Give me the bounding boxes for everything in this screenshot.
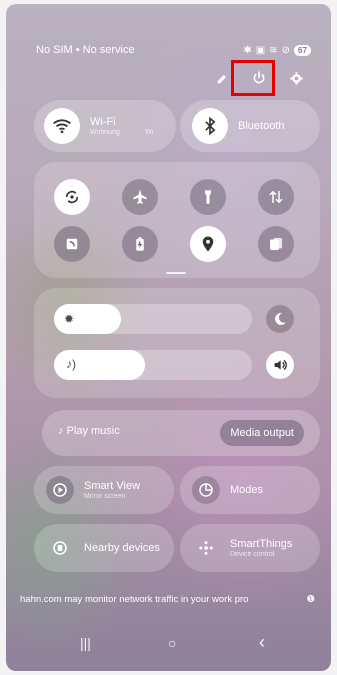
- smartthings-icon: [192, 534, 220, 562]
- modes-label: Modes: [230, 484, 264, 496]
- recent-apps-button[interactable]: |||: [80, 635, 91, 651]
- smart-view-tile[interactable]: Smart View Mirror screen: [34, 466, 174, 514]
- location-icon[interactable]: [190, 226, 226, 262]
- info-icon[interactable]: ❶: [306, 594, 315, 605]
- bluetooth-icon: [192, 108, 228, 144]
- smartthings-sub: Device control: [230, 551, 275, 558]
- quick-settings-grid: [34, 162, 320, 278]
- battery-saver-icon[interactable]: [122, 226, 158, 262]
- nfc-icon[interactable]: [54, 226, 90, 262]
- smart-view-label: Smart View: [84, 480, 141, 492]
- dnd-status-icon: ⊘: [281, 44, 290, 56]
- modes-icon: [192, 476, 220, 504]
- secure-folder-icon[interactable]: [258, 226, 294, 262]
- smartthings-tile[interactable]: SmartThings Device control: [180, 524, 320, 572]
- wifi-network: Wohnung Wi: [90, 129, 154, 136]
- speaker-icon[interactable]: [266, 351, 294, 379]
- music-note-icon: ♪): [66, 357, 76, 371]
- flashlight-icon[interactable]: [190, 179, 226, 215]
- music-icon: ♪: [58, 425, 64, 437]
- bluetooth-status-icon: ✱: [243, 44, 252, 56]
- smartthings-label: SmartThings: [230, 538, 293, 550]
- play-music-button[interactable]: ♪ Play music: [58, 425, 120, 437]
- airplane-icon[interactable]: [122, 179, 158, 215]
- brightness-slider[interactable]: ✹: [54, 304, 252, 334]
- media-output-button[interactable]: Media output: [220, 420, 304, 446]
- nearby-devices-label: Nearby devices: [84, 542, 160, 554]
- navigation-bar: ||| ○ ‹: [6, 632, 331, 658]
- auto-rotate-icon[interactable]: [54, 179, 90, 215]
- bluetooth-toggle[interactable]: Bluetooth: [180, 100, 320, 152]
- carrier-status: No SIM • No service: [36, 44, 135, 56]
- gear-icon[interactable]: [284, 70, 308, 94]
- back-button[interactable]: ‹: [259, 632, 265, 653]
- play-music-label: Play music: [66, 425, 120, 437]
- work-profile-notice[interactable]: hahn.com may monitor network traffic in …: [20, 594, 319, 610]
- notice-text: hahn.com may monitor network traffic in …: [20, 594, 249, 605]
- bluetooth-label: Bluetooth: [238, 120, 285, 132]
- media-card: ♪ Play music Media output: [42, 410, 320, 456]
- volume-slider[interactable]: ♪): [54, 350, 252, 380]
- mobile-data-icon[interactable]: [258, 179, 294, 215]
- sun-icon: ✹: [64, 312, 75, 326]
- page-indicator: [166, 272, 186, 274]
- status-icons: ✱ ▣ ≋ ⊘ 67: [243, 44, 311, 56]
- nearby-devices-icon: [46, 534, 74, 562]
- wifi-status-icon: ≋: [269, 44, 278, 56]
- smart-view-icon: [46, 476, 74, 504]
- sliders-card: ✹ ♪): [34, 288, 320, 398]
- panel-toolbar: [6, 70, 331, 94]
- wifi-toggle[interactable]: Wi-Fi Wohnung Wi: [34, 100, 176, 152]
- wifi-icon: [44, 108, 80, 144]
- wifi-label: Wi-Fi: [90, 116, 116, 128]
- modes-tile[interactable]: Modes: [180, 466, 320, 514]
- smart-view-sub: Mirror screen: [84, 493, 126, 500]
- battery-icon: 67: [294, 44, 311, 56]
- nfc-status-icon: ▣: [255, 44, 266, 56]
- night-mode-icon[interactable]: [266, 305, 294, 333]
- phone-screen: No SIM • No service ✱ ▣ ≋ ⊘ 67 Wi-Fi Woh…: [6, 4, 331, 671]
- nearby-devices-tile[interactable]: Nearby devices: [34, 524, 174, 572]
- home-button[interactable]: ○: [168, 635, 176, 651]
- status-bar: No SIM • No service ✱ ▣ ≋ ⊘ 67: [36, 42, 311, 58]
- power-button-highlight: [231, 60, 275, 96]
